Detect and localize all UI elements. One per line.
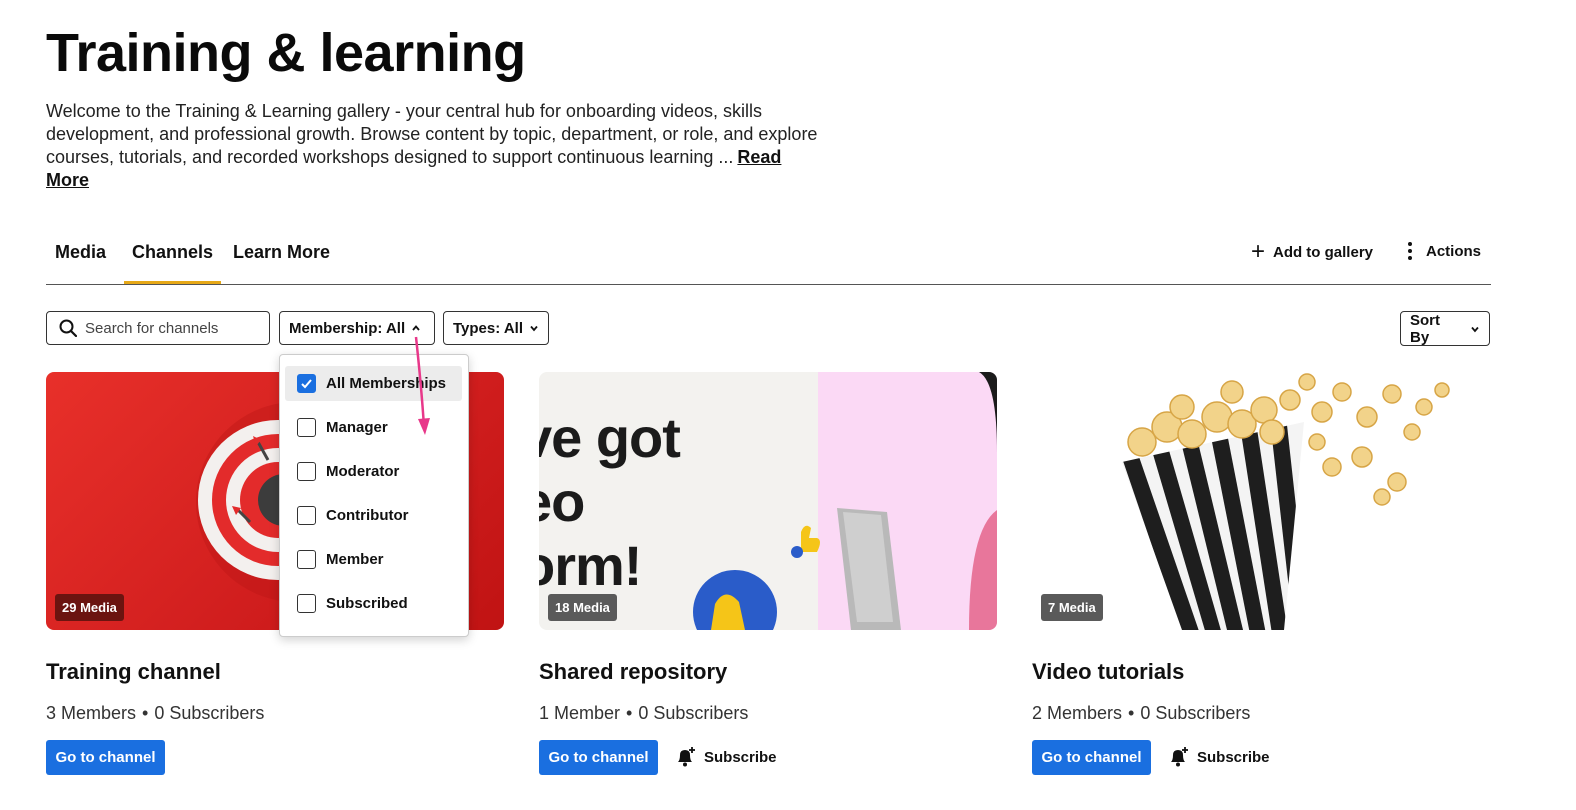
channel-title[interactable]: Shared repository (539, 659, 727, 685)
subscribe-button[interactable]: Subscribe (1167, 746, 1270, 768)
go-to-channel-button[interactable]: Go to channel (539, 740, 658, 775)
membership-option-moderator[interactable]: Moderator (285, 454, 462, 489)
search-box[interactable] (46, 311, 270, 345)
channel-title[interactable]: Video tutorials (1032, 659, 1184, 685)
subscribe-button[interactable]: Subscribe (674, 746, 777, 768)
checkbox-icon[interactable] (297, 506, 316, 525)
media-count-badge: 7 Media (1041, 594, 1103, 621)
option-label: Member (326, 551, 384, 568)
search-input[interactable] (85, 319, 255, 337)
membership-option-contributor[interactable]: Contributor (285, 498, 462, 533)
checkbox-icon[interactable] (297, 550, 316, 569)
membership-option-member[interactable]: Member (285, 542, 462, 577)
page-title: Training & learning (46, 23, 526, 83)
kebab-menu-icon (1407, 242, 1412, 260)
tab-bar: Media Channels Learn More + Add to galle… (46, 232, 1491, 285)
channel-stats: 2 Members • 0 Subscribers (1032, 703, 1250, 724)
channel-card: 7 Media Video tutorials 2 Members • 0 Subs… (1032, 372, 1490, 775)
laptop-illustration-icon (693, 372, 997, 630)
members-count: 1 Member (539, 703, 621, 723)
chevron-down-icon (1471, 326, 1479, 332)
bell-plus-icon (678, 747, 695, 767)
option-label: Manager (326, 419, 388, 436)
subscribers-count: 0 Subscribers (154, 703, 265, 723)
gallery-description: Welcome to the Training & Learning galle… (46, 100, 826, 192)
bell-plus-icon (1171, 747, 1188, 767)
go-to-channel-button[interactable]: Go to channel (1032, 740, 1151, 775)
separator-dot: • (1128, 703, 1135, 723)
membership-filter-label: Membership: All (289, 319, 406, 337)
checkbox-icon[interactable] (297, 594, 316, 613)
sort-by-label: Sort By (1410, 311, 1440, 346)
go-to-channel-button[interactable]: Go to channel (46, 740, 165, 775)
tab-media[interactable]: Media (55, 242, 106, 284)
channel-thumbnail[interactable]: 7 Media (1032, 372, 1490, 630)
media-count-badge: 18 Media (548, 594, 617, 621)
subscribe-label: Subscribe (1197, 748, 1270, 766)
checkbox-checked-icon[interactable] (297, 374, 316, 393)
channel-thumbnail[interactable]: ve got eo orm! 18 Media (539, 372, 997, 630)
checkbox-icon[interactable] (297, 418, 316, 437)
popcorn-illustration-icon (1122, 373, 1450, 630)
actions-button[interactable]: Actions (1407, 242, 1481, 260)
membership-option-subscribed[interactable]: Subscribed (285, 586, 462, 621)
channel-title[interactable]: Training channel (46, 659, 221, 685)
actions-label: Actions (1425, 242, 1481, 260)
subscribers-count: 0 Subscribers (1140, 703, 1251, 723)
option-label: Moderator (326, 463, 400, 480)
subscribers-count: 0 Subscribers (638, 703, 749, 723)
annotation-arrow-icon (414, 336, 430, 435)
subscribe-label: Subscribe (704, 748, 777, 766)
sort-by-dropdown[interactable]: Sort By (1400, 311, 1490, 346)
option-label: Subscribed (326, 595, 408, 612)
chevron-up-icon (412, 325, 420, 331)
membership-dropdown-menu: All Memberships Manager Moderator Contri… (279, 354, 469, 637)
option-label: Contributor (326, 507, 409, 524)
members-count: 2 Members (1032, 703, 1123, 723)
description-text: Welcome to the Training & Learning galle… (46, 101, 818, 167)
add-to-gallery-label: Add to gallery (1272, 243, 1373, 261)
add-to-gallery-button[interactable]: + Add to gallery (1250, 238, 1373, 265)
members-count: 3 Members (46, 703, 137, 723)
search-icon (59, 319, 77, 337)
channel-stats: 1 Member • 0 Subscribers (539, 703, 748, 724)
plus-icon: + (1250, 238, 1265, 265)
tab-learn-more[interactable]: Learn More (233, 242, 330, 284)
types-filter[interactable]: Types: All (443, 311, 549, 345)
chevron-down-icon (530, 325, 538, 332)
channel-stats: 3 Members • 0 Subscribers (46, 703, 264, 724)
media-count-badge: 29 Media (55, 594, 124, 621)
separator-dot: • (142, 703, 149, 723)
separator-dot: • (626, 703, 633, 723)
tab-channels[interactable]: Channels (123, 242, 222, 284)
types-filter-label: Types: All (453, 319, 524, 337)
channel-card: ve got eo orm! 18 Media Shared repositor… (539, 372, 997, 775)
checkbox-icon[interactable] (297, 462, 316, 481)
